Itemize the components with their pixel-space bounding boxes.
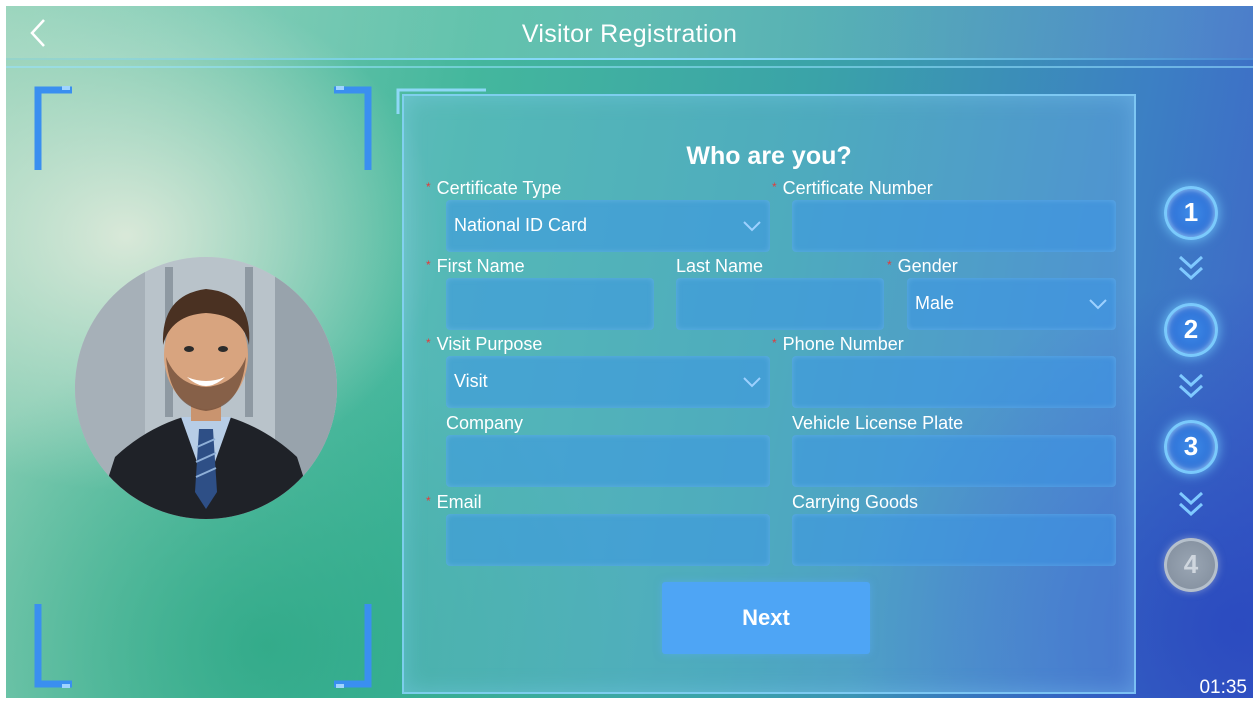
phone-number-label: * Phone Number	[772, 334, 904, 355]
required-marker: *	[426, 336, 431, 350]
certificate-type-label: * Certificate Type	[426, 178, 561, 199]
step-indicator-1: 1	[1164, 186, 1218, 240]
phone-number-input[interactable]	[792, 356, 1116, 408]
last-name-input[interactable]	[676, 278, 884, 330]
company-input[interactable]	[446, 435, 770, 487]
email-input[interactable]	[446, 514, 770, 566]
certificate-type-select[interactable]: National ID Card	[446, 200, 770, 252]
panel-corner-decoration	[396, 88, 486, 114]
first-name-label: * First Name	[426, 256, 525, 277]
required-marker: *	[772, 180, 777, 194]
frame-corner-bottom-left	[34, 604, 72, 688]
chevron-down-icon	[1089, 299, 1107, 310]
carrying-goods-label: Carrying Goods	[792, 492, 919, 512]
visitor-photo	[75, 257, 337, 519]
vehicle-license-plate-label: Vehicle License Plate	[792, 413, 964, 433]
phone-number-label-text: Phone Number	[782, 334, 904, 354]
gender-value: Male	[915, 293, 955, 313]
first-name-label-text: First Name	[436, 256, 525, 276]
gender-select[interactable]: Male	[907, 278, 1116, 330]
required-marker: *	[426, 494, 431, 508]
visit-purpose-label: * Visit Purpose	[426, 334, 542, 355]
chevron-down-icon	[743, 221, 761, 232]
form-title: Who are you?	[686, 142, 852, 170]
required-marker: *	[772, 336, 777, 350]
header-divider	[6, 58, 1253, 60]
email-label: * Email	[426, 492, 482, 513]
step-indicator-2: 2	[1164, 303, 1218, 357]
visitor-registration-screen: Visitor Registration Who are you? * Cert…	[6, 6, 1253, 698]
visit-purpose-select[interactable]: Visit	[446, 356, 770, 408]
step-indicator-4: 4	[1164, 538, 1218, 592]
double-chevron-down-icon	[1178, 373, 1204, 399]
visit-purpose-value: Visit	[454, 371, 488, 391]
required-marker: *	[887, 258, 892, 272]
first-name-input[interactable]	[446, 278, 654, 330]
visitor-portrait-image	[75, 257, 337, 519]
company-label: Company	[446, 413, 524, 433]
email-label-text: Email	[436, 492, 482, 512]
certificate-number-input[interactable]	[792, 200, 1116, 252]
double-chevron-down-icon	[1178, 255, 1204, 281]
frame-corner-top-right	[334, 86, 372, 170]
required-marker: *	[426, 180, 431, 194]
page-title: Visitor Registration	[521, 20, 738, 48]
next-button[interactable]: Next	[662, 582, 870, 654]
chevron-down-icon	[743, 377, 761, 388]
countdown-timer: 01:35	[1199, 677, 1247, 698]
required-marker: *	[426, 258, 431, 272]
last-name-label: Last Name	[676, 256, 764, 276]
gender-label: * Gender	[887, 256, 958, 277]
vehicle-license-plate-input[interactable]	[792, 435, 1116, 487]
certificate-number-label-text: Certificate Number	[782, 178, 933, 198]
certificate-type-value: National ID Card	[454, 215, 588, 235]
step-indicator-3: 3	[1164, 420, 1218, 474]
carrying-goods-input[interactable]	[792, 514, 1116, 566]
certificate-type-label-text: Certificate Type	[436, 178, 562, 198]
frame-corner-bottom-right	[334, 604, 372, 688]
gender-label-text: Gender	[897, 256, 958, 276]
header-divider-glow	[6, 66, 1253, 68]
certificate-number-label: * Certificate Number	[772, 178, 933, 199]
double-chevron-down-icon	[1178, 491, 1204, 517]
visit-purpose-label-text: Visit Purpose	[436, 334, 543, 354]
frame-corner-top-left	[34, 86, 72, 170]
header-bar: Visitor Registration	[6, 6, 1253, 58]
